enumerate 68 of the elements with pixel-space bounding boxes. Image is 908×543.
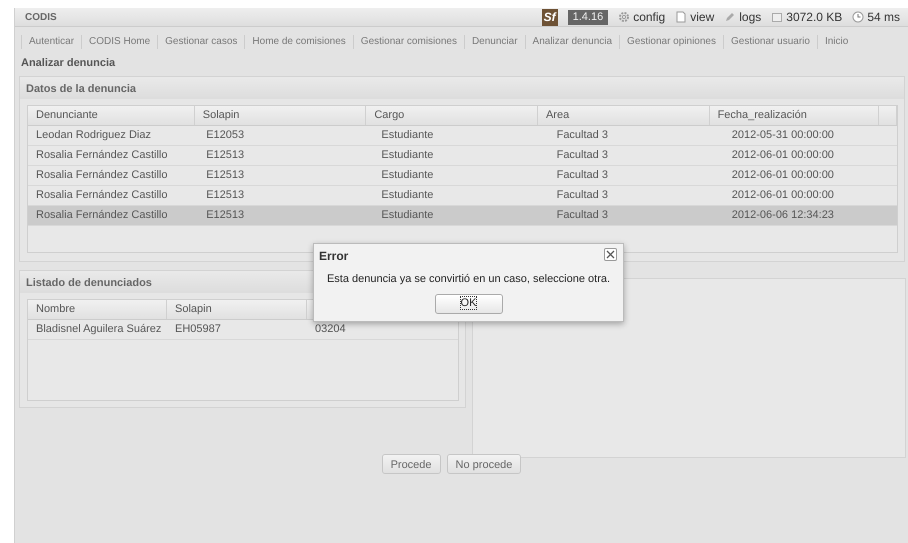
debug-time-link[interactable]: 54 ms bbox=[852, 8, 900, 26]
column-header[interactable]: Fecha_realización bbox=[710, 106, 880, 124]
table-cell-text: 2012-06-01 00:00:00 bbox=[730, 188, 835, 203]
table-cell-text: Bladisnel Aguilera Suárez bbox=[35, 322, 162, 337]
table-cell-text: Rosalia Fernández Castillo bbox=[35, 148, 168, 163]
table-cell-text: Rosalia Fernández Castillo bbox=[35, 188, 168, 203]
nav-link[interactable]: Gestionar comisiones bbox=[352, 35, 464, 49]
table-cell-text: 03204 bbox=[314, 322, 347, 337]
table-cell-text: 2012-06-01 00:00:00 bbox=[730, 148, 835, 163]
table-cell-text: Facultad 3 bbox=[556, 128, 609, 143]
column-header[interactable]: Area bbox=[538, 106, 710, 124]
column-header[interactable]: Solapin bbox=[194, 106, 366, 124]
table-cell-text: 2012-06-06 12:34:23 bbox=[730, 208, 835, 223]
debug-view-link[interactable]: view bbox=[675, 8, 714, 26]
nav-link[interactable]: Gestionar casos bbox=[157, 35, 244, 49]
page-title: Analizar denuncia bbox=[20, 56, 116, 71]
table-cell-text: 2012-05-31 00:00:00 bbox=[730, 128, 835, 143]
column-header[interactable]: Nombre bbox=[28, 300, 167, 318]
table-cell-text: Facultad 3 bbox=[556, 148, 609, 163]
nav-link[interactable]: Autenticar bbox=[21, 35, 82, 49]
nav-link[interactable]: Analizar denuncia bbox=[524, 35, 620, 49]
nav-link[interactable]: CODIS Home bbox=[81, 35, 158, 49]
table-cell-text: Leodan Rodriguez Diaz bbox=[35, 128, 152, 143]
table-cell-text: Rosalia Fernández Castillo bbox=[35, 168, 168, 183]
table-cell-text: Facultad 3 bbox=[556, 188, 609, 203]
memory-icon bbox=[771, 11, 784, 23]
table-row[interactable]: Leodan Rodriguez Diaz E12053 Estudiante Facultad 3 2012-05-31 00:00:00 bbox=[28, 126, 897, 146]
action-button[interactable]: No procede bbox=[446, 454, 522, 474]
nav-link[interactable]: Gestionar usuario bbox=[723, 35, 817, 49]
logo: Sf bbox=[542, 8, 558, 26]
clock-icon bbox=[852, 11, 864, 23]
debug-logs-link[interactable]: logs bbox=[724, 8, 762, 26]
table-cell-text: Facultad 3 bbox=[556, 208, 609, 223]
ok-button[interactable]: OK bbox=[434, 294, 502, 314]
close-button[interactable] bbox=[604, 248, 617, 261]
pencil-icon bbox=[724, 11, 736, 23]
nav-link[interactable]: Inicio bbox=[816, 35, 856, 49]
table-cell-text: E12513 bbox=[205, 148, 246, 163]
gear-icon bbox=[618, 11, 630, 23]
table-cell-text: Rosalia Fernández Castillo bbox=[35, 208, 168, 223]
page-icon bbox=[675, 11, 688, 23]
table-cell-text: E12513 bbox=[205, 208, 246, 223]
column-header[interactable]: Solapin bbox=[167, 300, 307, 318]
table-cell-text: E12513 bbox=[205, 188, 246, 203]
column-header[interactable]: Denunciante bbox=[28, 106, 195, 124]
table-cell-text: Facultad 3 bbox=[556, 168, 609, 183]
table-row[interactable]: Rosalia Fernández Castillo E12513 Estudiante Facultad 3 2012-06-01 00:00:00 bbox=[28, 146, 897, 166]
version-badge: 1.4.16 bbox=[568, 10, 608, 24]
table-cell-text: 2012-06-01 00:00:00 bbox=[730, 168, 835, 183]
table-row[interactable]: Rosalia Fernández Castillo E12513 Estudiante Facultad 3 2012-06-06 12:34:23 bbox=[28, 206, 897, 226]
table-cell-text: E12513 bbox=[205, 168, 246, 183]
action-button[interactable]: Procede bbox=[382, 454, 441, 474]
table-cell-text: Estudiante bbox=[380, 188, 434, 203]
nav-link[interactable]: Gestionar opiniones bbox=[619, 35, 723, 49]
debug-config-link[interactable]: config bbox=[618, 8, 666, 26]
column-header[interactable]: Cargo bbox=[366, 106, 538, 124]
table-cell-text: Estudiante bbox=[380, 128, 434, 143]
table-row[interactable]: Rosalia Fernández Castillo E12513 Estudiante Facultad 3 2012-06-01 00:00:00 bbox=[28, 166, 897, 186]
dialog-title: Error bbox=[318, 248, 350, 265]
table-cell-text: EH05987 bbox=[174, 322, 222, 337]
app-title: CODIS bbox=[25, 10, 57, 24]
table-cell-text: Estudiante bbox=[380, 168, 434, 183]
table-cell-text: Estudiante bbox=[380, 208, 434, 223]
table-cell-text: Estudiante bbox=[380, 148, 434, 163]
nav-link[interactable]: Denunciar bbox=[464, 35, 525, 49]
nav-link[interactable]: Home de comisiones bbox=[244, 35, 353, 49]
debug-memory-link[interactable]: 3072.0 KB bbox=[771, 8, 842, 26]
table-cell-text: E12053 bbox=[205, 128, 246, 143]
